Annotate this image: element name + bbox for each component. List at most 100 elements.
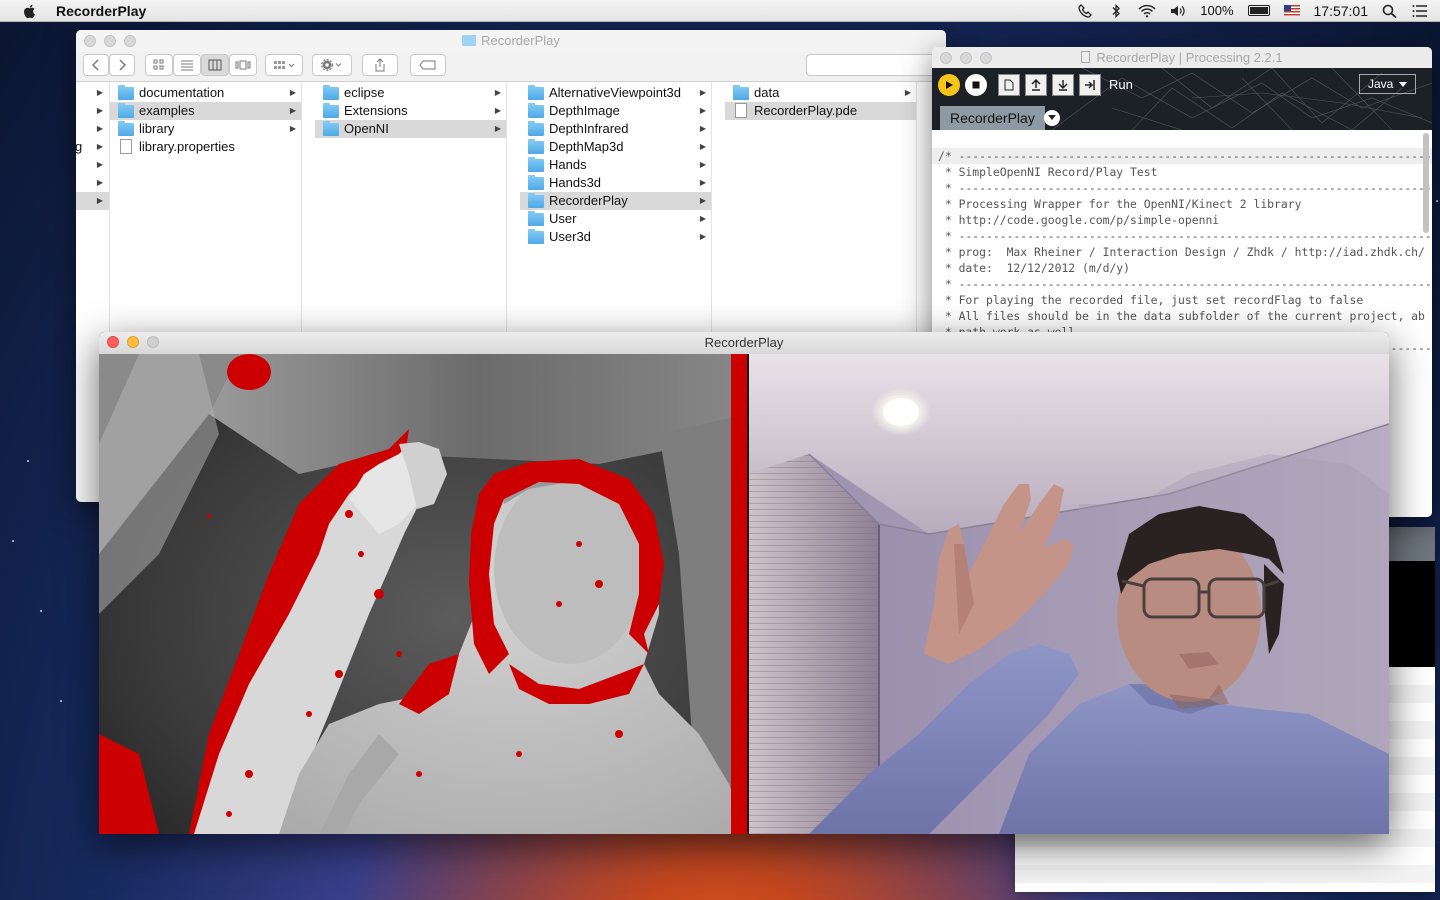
disclosure-arrow-icon: ▶ [494,88,501,97]
wifi-icon[interactable] [1138,4,1156,18]
list-item-label: User [549,211,577,226]
list-item[interactable]: ▶ [76,174,109,192]
icon-view-button[interactable] [145,54,173,76]
tags-button[interactable] [410,54,446,76]
disclosure-arrow-icon: ▶ [96,178,103,187]
mode-selector[interactable]: Java [1359,74,1416,94]
list-item[interactable]: data ▶ [725,84,916,102]
disclosure-arrow-icon: ▶ [96,124,103,133]
chevron-down-icon [1048,115,1056,120]
ide-window-controls [940,52,992,64]
minimize-button[interactable] [960,52,972,64]
list-icon [181,60,193,71]
document-icon [735,103,747,118]
code-line: * --------------------------------------… [938,229,1432,243]
disclosure-arrow-icon: ▶ [699,196,706,205]
coverflow-view-button[interactable] [229,54,257,76]
list-item[interactable]: g ▶ [76,138,109,156]
list-item[interactable]: DepthImage ▶ [520,102,711,120]
folder-icon [528,175,544,190]
close-button[interactable] [84,35,96,47]
folder-icon [118,103,134,118]
battery-percent[interactable]: 100% [1200,3,1233,18]
list-item[interactable]: RecorderPlay.pde [725,102,916,120]
arrange-button[interactable] [265,54,303,76]
list-item[interactable]: User ▶ [520,210,711,228]
action-button[interactable] [312,54,352,76]
finder-window-controls [84,35,136,47]
zoom-button[interactable] [980,52,992,64]
code-line: * Processing Wrapper for the OpenNI/Kine… [938,197,1302,211]
new-sketch-button[interactable] [998,74,1020,96]
list-item[interactable]: examples ▶ [110,102,301,120]
menubar-clock[interactable]: 17:57:01 [1314,3,1369,19]
tab-sketch[interactable]: RecorderPlay [940,106,1045,130]
close-button[interactable] [940,52,952,64]
search-field[interactable] [806,54,946,76]
minimize-button[interactable] [127,336,139,348]
list-item[interactable]: ▶ [76,192,109,210]
list-item[interactable]: ▶ [76,102,109,120]
minimize-button[interactable] [104,35,116,47]
list-item[interactable]: library ▶ [110,120,301,138]
code-line: * For playing the recorded file, just se… [938,293,1364,307]
save-sketch-button[interactable] [1052,74,1074,96]
battery-icon[interactable] [1247,5,1270,16]
list-item[interactable]: DepthMap3d ▶ [520,138,711,156]
folder-icon [528,157,544,172]
tab-menu-button[interactable] [1044,110,1060,126]
list-view-button[interactable] [173,54,201,76]
list-item-label: examples [139,103,195,118]
open-sketch-button[interactable] [1025,74,1047,96]
coverflow-icon [235,60,251,70]
sketch-window-controls [107,336,159,348]
list-item[interactable]: Hands3d ▶ [520,174,711,192]
ide-titlebar[interactable]: RecorderPlay | Processing 2.2.1 [932,47,1432,68]
run-button[interactable] [938,74,960,96]
disclosure-arrow-icon: ▶ [699,214,706,223]
list-item[interactable]: library.properties [110,138,301,156]
notification-center-icon[interactable] [1412,4,1428,18]
folder-icon [528,103,544,118]
list-item[interactable]: User3d ▶ [520,228,711,246]
column-view-button[interactable] [201,54,229,76]
list-item-label: library.properties [139,139,235,154]
zoom-button[interactable] [124,35,136,47]
list-item[interactable]: AlternativeViewpoint3d ▶ [520,84,711,102]
list-item[interactable]: RecorderPlay ▶ [520,192,711,210]
list-item[interactable]: Extensions ▶ [315,102,506,120]
back-button[interactable] [83,54,109,76]
list-item[interactable]: ▶ [76,84,109,102]
apple-menu-icon[interactable] [22,3,38,19]
export-button[interactable] [1079,74,1101,96]
app-name-menu[interactable]: RecorderPlay [56,3,146,19]
zoom-button[interactable] [147,336,159,348]
disclosure-arrow-icon: ▶ [699,232,706,241]
list-item[interactable]: DepthInfrared ▶ [520,120,711,138]
list-item[interactable]: Hands ▶ [520,156,711,174]
share-button[interactable] [362,54,398,76]
folder-icon [528,85,544,100]
list-item[interactable]: OpenNI ▶ [315,120,506,138]
code-scrollbar[interactable] [1423,133,1429,233]
list-item[interactable]: documentation ▶ [110,84,301,102]
list-item-label: eclipse [344,85,385,100]
code-line: * date: 12/12/2012 (m/d/y) [938,261,1131,275]
close-button[interactable] [107,336,119,348]
list-item[interactable]: ▶ [76,120,109,138]
phone-icon[interactable] [1078,3,1094,18]
stop-button[interactable] [965,74,987,96]
list-item-label: g [76,139,83,154]
finder-titlebar[interactable]: RecorderPlay [76,30,946,52]
bluetooth-icon[interactable] [1108,3,1124,18]
volume-icon[interactable] [1170,4,1186,18]
forward-button[interactable] [109,54,135,76]
input-source-flag-icon[interactable] [1283,5,1300,16]
sketch-canvas[interactable] [99,354,1389,834]
spotlight-search-icon[interactable] [1382,4,1398,18]
list-item[interactable]: ▶ [76,156,109,174]
disclosure-arrow-icon: ▶ [494,106,501,115]
list-item[interactable]: eclipse ▶ [315,84,506,102]
disclosure-arrow-icon: ▶ [289,88,296,97]
sketch-titlebar[interactable]: RecorderPlay [99,332,1389,354]
